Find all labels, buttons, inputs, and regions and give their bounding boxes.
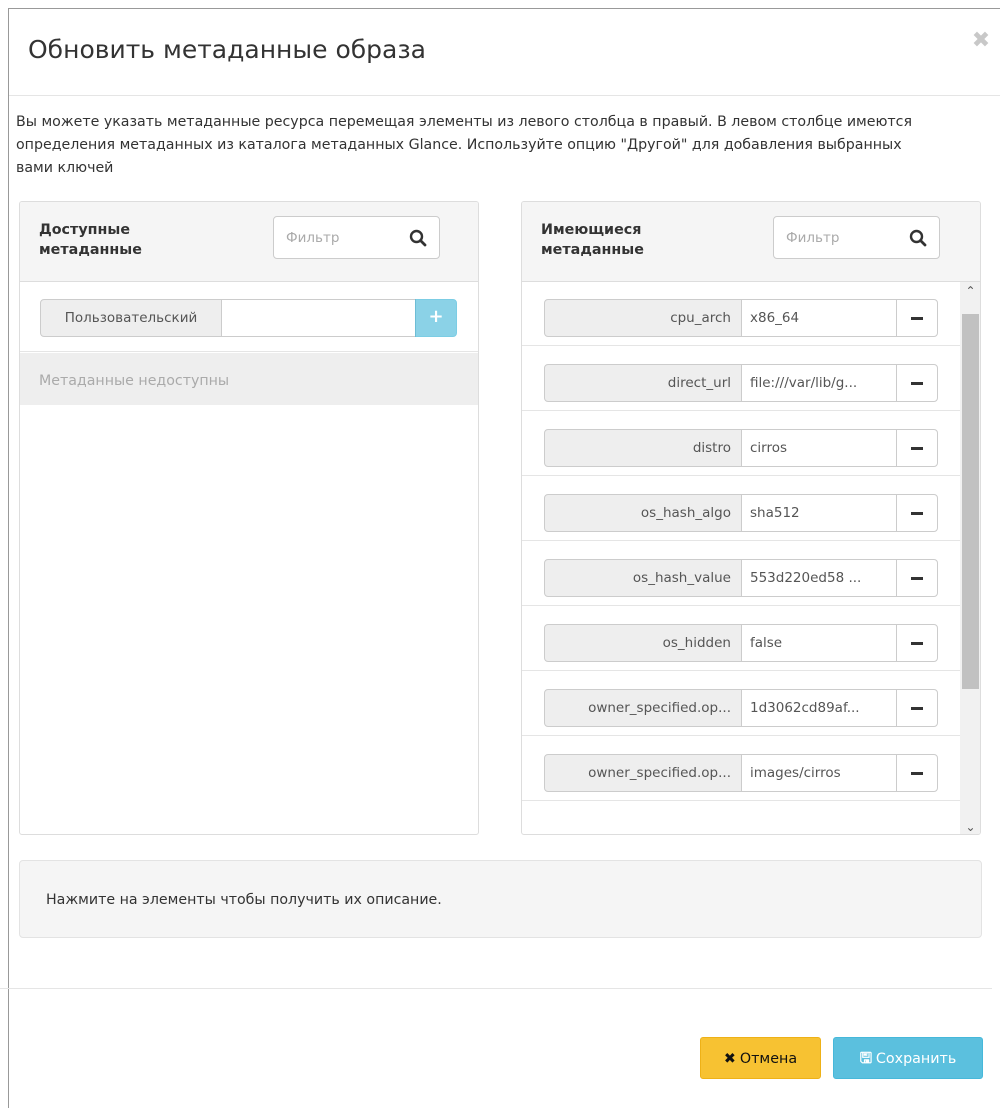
modal-header: Обновить метаданные образа ✖ [9, 9, 1000, 96]
no-metadata-message: Метаданные недоступны [20, 353, 478, 405]
available-metadata-title: Доступные метаданные [39, 222, 142, 258]
remove-metadata-button[interactable] [896, 689, 938, 727]
minus-icon [911, 772, 923, 775]
search-icon[interactable] [409, 229, 427, 247]
scrollbar-thumb[interactable] [962, 314, 979, 689]
remove-metadata-button[interactable] [896, 754, 938, 792]
existing-filter-input[interactable] [784, 225, 902, 250]
save-label: Сохранить [875, 1051, 957, 1067]
search-icon[interactable] [909, 229, 927, 247]
add-custom-button[interactable]: + [415, 299, 457, 337]
metadata-value-input[interactable]: sha512 [741, 494, 897, 532]
metadata-key: owner_specified.op... [544, 689, 742, 727]
metadata-item: direct_url file:///var/lib/g... [522, 347, 960, 411]
minus-icon [911, 642, 923, 645]
save-button[interactable]: 🖫 Сохранить [833, 1037, 983, 1079]
remove-metadata-button[interactable] [896, 494, 938, 532]
metadata-key: os_hidden [544, 624, 742, 662]
metadata-key: cpu_arch [544, 299, 742, 337]
metadata-item: os_hash_value 553d220ed58 ... [522, 542, 960, 606]
cancel-button[interactable]: ✖ Отмена [700, 1037, 821, 1079]
floppy-disk-icon: 🖫 [859, 1051, 872, 1067]
existing-filter-box [773, 216, 940, 259]
remove-metadata-button[interactable] [896, 624, 938, 662]
metadata-value-input[interactable]: file:///var/lib/g... [741, 364, 897, 402]
metadata-value-input[interactable]: images/cirros [741, 754, 897, 792]
remove-metadata-button[interactable] [896, 559, 938, 597]
available-filter-box [273, 216, 440, 259]
available-metadata-header: Доступные метаданные [20, 202, 478, 282]
list-scrollbar[interactable]: ⌃ ⌄ [960, 282, 980, 834]
existing-metadata-header: Имеющиеся метаданные [522, 202, 980, 282]
minus-icon [911, 382, 923, 385]
modal-description: Вы можете указать метаданные ресурса пер… [16, 114, 913, 176]
custom-metadata-row: Пользовательский + [20, 282, 478, 352]
metadata-key: owner_specified.op... [544, 754, 742, 792]
existing-metadata-title: Имеющиеся метаданные [541, 222, 644, 258]
metadata-item: os_hidden false [522, 607, 960, 671]
minus-icon [911, 317, 923, 320]
metadata-item: os_hash_algo sha512 [522, 477, 960, 541]
minus-icon [911, 447, 923, 450]
metadata-item: owner_specified.op... 1d3062cd89af... [522, 672, 960, 736]
remove-metadata-button[interactable] [896, 429, 938, 467]
close-icon[interactable]: ✖ [969, 29, 993, 53]
available-metadata-panel: Доступные метаданные Пользовательский + … [19, 201, 479, 835]
existing-metadata-panel: Имеющиеся метаданные cpu_arch x86_64 dir… [521, 201, 981, 835]
minus-icon [911, 577, 923, 580]
custom-key-input[interactable] [221, 299, 416, 337]
existing-metadata-list[interactable]: cpu_arch x86_64 direct_url file:///var/l… [522, 282, 960, 834]
metadata-item: owner_specified.op... images/cirros [522, 737, 960, 801]
modal-title: Обновить метаданные образа [28, 35, 426, 64]
item-description-box: Нажмите на элементы чтобы получить их оп… [19, 860, 982, 938]
scroll-up-arrow-icon[interactable]: ⌃ [960, 282, 980, 300]
remove-metadata-button[interactable] [896, 299, 938, 337]
available-filter-input[interactable] [284, 225, 402, 250]
metadata-key: os_hash_algo [544, 494, 742, 532]
metadata-value-input[interactable]: false [741, 624, 897, 662]
x-icon: ✖ [723, 1051, 736, 1067]
metadata-key: os_hash_value [544, 559, 742, 597]
minus-icon [911, 707, 923, 710]
metadata-item: cpu_arch x86_64 [522, 282, 960, 346]
scroll-down-arrow-icon[interactable]: ⌄ [960, 818, 980, 834]
minus-icon [911, 512, 923, 515]
metadata-value-input[interactable]: x86_64 [741, 299, 897, 337]
metadata-item: distro cirros [522, 412, 960, 476]
footer-divider [0, 988, 992, 989]
plus-icon: + [428, 306, 444, 327]
metadata-value-input[interactable]: cirros [741, 429, 897, 467]
metadata-key: direct_url [544, 364, 742, 402]
cancel-label: Отмена [739, 1051, 798, 1067]
metadata-key: distro [544, 429, 742, 467]
metadata-value-input[interactable]: 553d220ed58 ... [741, 559, 897, 597]
metadata-value-input[interactable]: 1d3062cd89af... [741, 689, 897, 727]
custom-key-label: Пользовательский [40, 299, 222, 337]
remove-metadata-button[interactable] [896, 364, 938, 402]
